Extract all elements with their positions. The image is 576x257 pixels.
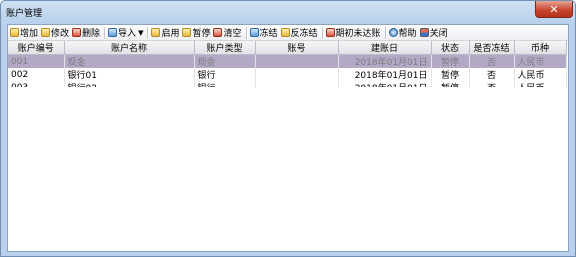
chevron-down-icon[interactable]: ▼: [138, 29, 143, 37]
enable-label: 启用: [161, 29, 180, 39]
toolbar-separator: [104, 26, 106, 39]
suspend-icon: [182, 28, 192, 37]
close-icon: ✕: [549, 2, 559, 16]
close-window-icon: [419, 28, 429, 37]
close-button[interactable]: 关闭: [419, 26, 450, 40]
freeze-icon: [249, 28, 259, 37]
cell-status: 暂停: [431, 68, 470, 81]
help-button[interactable]: 帮助: [388, 26, 419, 40]
table-row[interactable]: 001 现金 现金 2018年01月01日 暂停 否 人民币: [8, 54, 567, 68]
toolbar-separator: [245, 26, 247, 39]
suspend-button[interactable]: 暂停: [181, 26, 212, 40]
toolbar: 增加 修改 删除 导入 ▼ 启用 暂停 清空 冻结 反冻结 期初未达账 帮助 关…: [8, 25, 568, 41]
initial-balance-button[interactable]: 期初未达账: [325, 26, 383, 40]
edit-icon: [41, 28, 51, 37]
column-header-account-code[interactable]: 账户编号: [8, 41, 65, 55]
column-header-currency[interactable]: 币种: [514, 41, 567, 55]
unfreeze-button[interactable]: 反冻结: [280, 26, 320, 40]
help-icon: [388, 28, 398, 37]
delete-button[interactable]: 删除: [71, 26, 102, 40]
unfreeze-label: 反冻结: [290, 29, 318, 39]
column-header-open-date[interactable]: 建账日: [338, 41, 432, 55]
clear-label: 清空: [223, 29, 242, 39]
cell-currency: 人民币: [514, 54, 567, 68]
table-header-row: 账户编号 账户名称 账户类型 账号 建账日 状态 是否冻结 币种: [8, 41, 567, 55]
delete-label: 删除: [82, 29, 101, 39]
edit-button[interactable]: 修改: [40, 26, 71, 40]
column-header-status[interactable]: 状态: [431, 41, 470, 55]
cell-account-code: 002: [8, 68, 65, 81]
unfreeze-icon: [280, 28, 290, 37]
delete-icon: [72, 28, 82, 37]
cell-status: 暂停: [431, 54, 470, 68]
cell-currency: 人民币: [514, 68, 567, 81]
account-management-window: 账户管理 ✕ 增加 修改 删除 导入 ▼ 启用 暂停 清空 冻结 反冻结 期初未…: [0, 0, 576, 257]
column-header-account-name[interactable]: 账户名称: [64, 41, 195, 55]
cell-account-number: [255, 54, 339, 68]
add-icon: [10, 28, 19, 37]
toolbar-separator: [147, 26, 149, 39]
import-label: 导入: [118, 29, 137, 39]
title-bar[interactable]: 账户管理 ✕: [1, 1, 575, 23]
balance-book-icon: [325, 28, 335, 37]
toolbar-separator: [321, 26, 323, 39]
column-header-frozen[interactable]: 是否冻结: [469, 41, 515, 55]
edit-label: 修改: [51, 29, 70, 39]
cell-account-number: [255, 68, 339, 81]
freeze-button[interactable]: 冻结: [249, 26, 280, 40]
cell-account-type: 银行: [194, 68, 256, 81]
add-button[interactable]: 增加: [9, 26, 40, 40]
window-title: 账户管理: [6, 9, 43, 19]
import-button[interactable]: 导入 ▼: [107, 26, 145, 40]
toolbar-separator: [384, 26, 386, 39]
cell-account-name: 银行01: [64, 68, 195, 81]
column-header-account-type[interactable]: 账户类型: [194, 41, 256, 55]
cell-account-code: 001: [8, 54, 65, 68]
help-label: 帮助: [398, 29, 417, 39]
cell-account-name: 现金: [64, 54, 195, 68]
import-icon: [108, 28, 118, 37]
cell-account-type: 现金: [194, 54, 256, 68]
clear-button[interactable]: 清空: [212, 26, 243, 40]
table-empty-area[interactable]: [8, 87, 568, 251]
cell-open-date: 2018年01月01日: [338, 54, 432, 68]
close-window-button[interactable]: ✕: [535, 1, 573, 18]
clear-icon: [213, 28, 223, 37]
add-label: 增加: [20, 29, 39, 39]
enable-icon: [151, 28, 161, 37]
close-label: 关闭: [429, 29, 448, 39]
cell-open-date: 2018年01月01日: [338, 68, 432, 81]
enable-button[interactable]: 启用: [150, 26, 181, 40]
freeze-label: 冻结: [259, 29, 278, 39]
suspend-label: 暂停: [192, 29, 211, 39]
initial-balance-label: 期初未达账: [335, 29, 381, 39]
table-row[interactable]: 002 银行01 银行 2018年01月01日 暂停 否 人民币: [8, 68, 567, 81]
column-header-account-number[interactable]: 账号: [255, 41, 339, 55]
cell-frozen: 否: [469, 54, 515, 68]
cell-frozen: 否: [469, 68, 515, 81]
content-panel: 增加 修改 删除 导入 ▼ 启用 暂停 清空 冻结 反冻结 期初未达账 帮助 关…: [7, 24, 569, 252]
